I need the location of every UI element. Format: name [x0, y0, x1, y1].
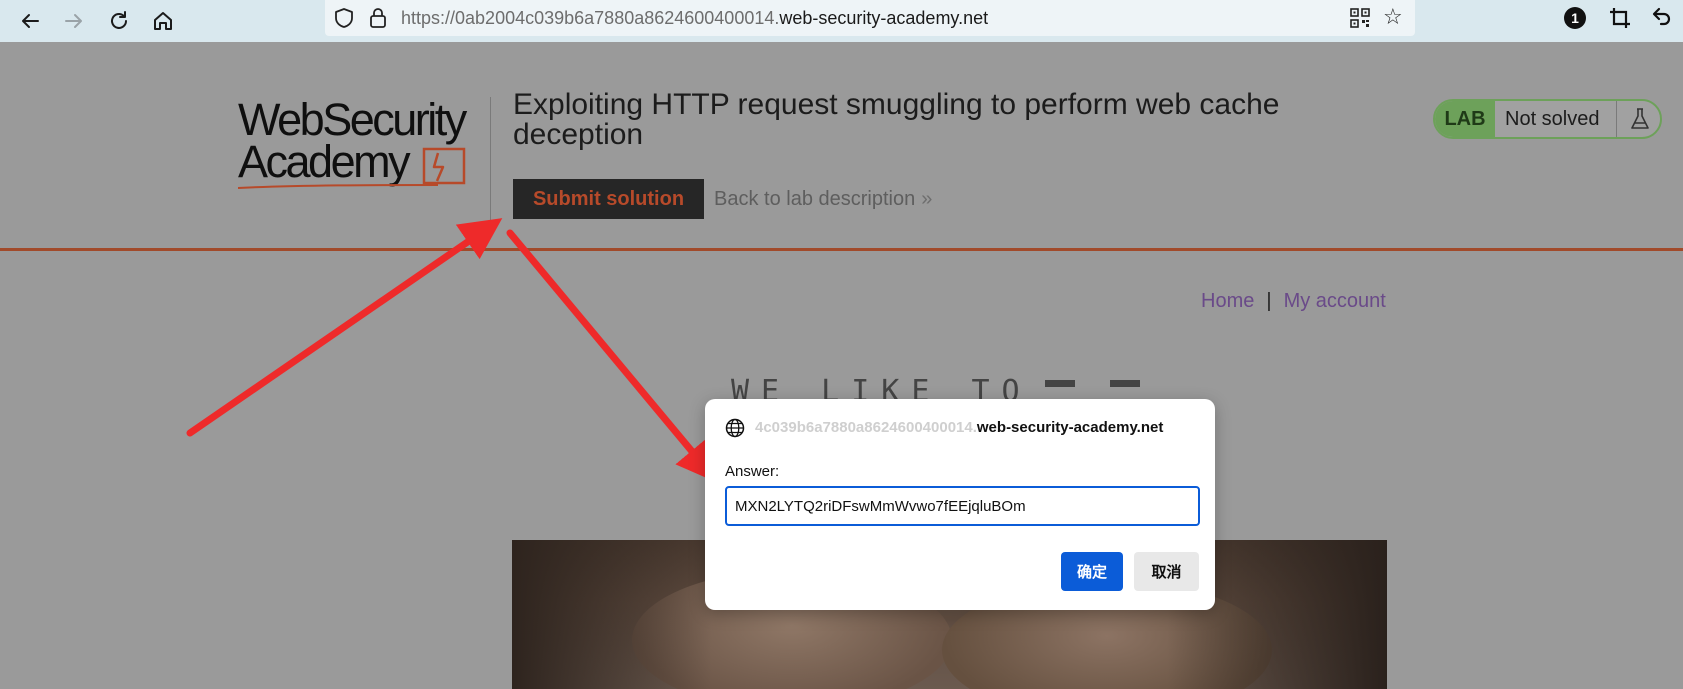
reload-icon[interactable]: [104, 6, 134, 36]
url-bar[interactable]: https://0ab2004c039b6a7880a8624600400014…: [325, 0, 1415, 36]
arrow-to-answer-field: [506, 229, 719, 484]
lab-header: WebSecurity Academy Exploiting HTTP requ…: [0, 42, 1683, 251]
nav-home-link[interactable]: Home: [1201, 290, 1254, 312]
lock-icon[interactable]: [367, 6, 389, 30]
top-nav: Home | My account: [1201, 290, 1386, 313]
lab-status-text: Not solved: [1505, 108, 1600, 130]
globe-icon: [725, 418, 745, 438]
dialog-origin-host: web-security-academy.net: [976, 419, 1164, 436]
shield-icon[interactable]: [333, 7, 355, 29]
submit-solution-button[interactable]: Submit solution: [513, 179, 704, 219]
ok-button[interactable]: 确定: [1061, 552, 1123, 591]
extension-badge[interactable]: 1: [1564, 7, 1586, 29]
logo-lightning-icon: [238, 147, 466, 189]
answer-input[interactable]: [725, 486, 1200, 526]
back-link-label: Back to lab description: [714, 188, 916, 210]
web-security-academy-logo[interactable]: WebSecurity Academy: [238, 97, 493, 197]
banner-dashes: [1045, 380, 1145, 388]
dialog-origin-faded: 4c039b6a7880a8624600400014.: [755, 419, 977, 436]
nav-my-account-link[interactable]: My account: [1284, 290, 1386, 312]
url-prefix: https://0ab2004c039b6a7880a8624600400014…: [401, 8, 780, 28]
undo-icon[interactable]: [1650, 5, 1672, 33]
back-to-lab-description-link[interactable]: Back to lab description»: [714, 188, 932, 211]
home-icon[interactable]: [148, 6, 178, 36]
arrow-left-icon[interactable]: [15, 6, 45, 36]
prompt-dialog: 4c039b6a7880a8624600400014.web-security-…: [705, 399, 1215, 610]
lab-badge: LAB: [1435, 101, 1495, 137]
header-divider: [490, 97, 491, 227]
cancel-button[interactable]: 取消: [1134, 552, 1199, 591]
answer-label: Answer:: [725, 463, 780, 480]
star-icon[interactable]: ☆: [1383, 5, 1403, 30]
url-text[interactable]: https://0ab2004c039b6a7880a8624600400014…: [401, 8, 988, 29]
nav-separator: |: [1266, 290, 1272, 312]
lab-title: Exploiting HTTP request smuggling to per…: [513, 88, 1280, 151]
crop-icon[interactable]: [1608, 6, 1632, 30]
lab-status-widget: LAB Not solved: [1433, 99, 1662, 139]
flask-icon[interactable]: [1616, 101, 1660, 137]
arrow-to-submit-button: [186, 218, 503, 437]
double-chevron-right-icon: »: [921, 188, 933, 210]
qr-code-icon[interactable]: [1350, 8, 1370, 28]
browser-toolbar: https://0ab2004c039b6a7880a8624600400014…: [0, 0, 1683, 42]
dialog-origin: 4c039b6a7880a8624600400014.web-security-…: [755, 419, 1163, 436]
url-host: web-security-academy.net: [779, 8, 989, 28]
arrow-right-icon[interactable]: [59, 6, 89, 36]
